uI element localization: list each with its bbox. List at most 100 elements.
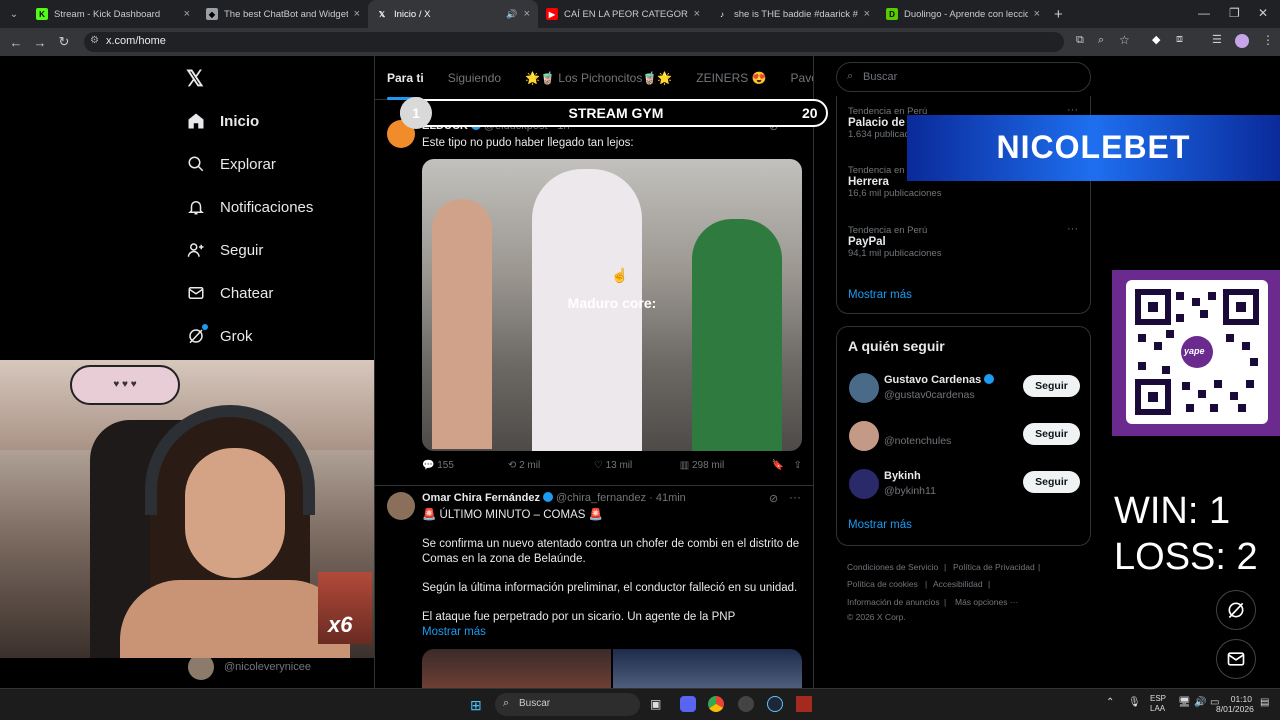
media-image-1[interactable] bbox=[422, 649, 611, 688]
tab-botrix[interactable]: ◆ The best ChatBot and Widgets × bbox=[198, 0, 368, 28]
site-info-icon[interactable]: ⚙ bbox=[90, 35, 99, 46]
follow-button[interactable]: Seguir bbox=[1023, 423, 1080, 445]
reading-list-icon[interactable]: ☰ bbox=[1212, 33, 1222, 46]
more-options-icon[interactable]: ··· bbox=[789, 490, 801, 504]
extension-diamond-icon[interactable]: ◆ bbox=[1152, 33, 1160, 46]
views-button[interactable]: ▥ 298 mil bbox=[680, 460, 772, 471]
minimize-icon[interactable]: — bbox=[1198, 6, 1210, 20]
nav-item-seguir[interactable]: Seguir bbox=[186, 240, 263, 260]
window-close-icon[interactable]: ✕ bbox=[1258, 6, 1268, 20]
tab-zeiners[interactable]: ZEINERS 😍 bbox=[696, 71, 766, 85]
tab-pavo-ra[interactable]: Pavo Ra bbox=[791, 71, 813, 85]
url-field[interactable]: ⚙ x.com/home bbox=[84, 32, 1064, 52]
duolingo-icon: D bbox=[886, 8, 898, 20]
nav-item-chatear[interactable]: Chatear bbox=[186, 283, 273, 303]
follow-button[interactable]: Seguir bbox=[1023, 375, 1080, 397]
trends-show-more[interactable]: Mostrar más bbox=[848, 289, 912, 301]
follow-suggestion[interactable]: Gustavo Cardenas @gustav0cardenas Seguir bbox=[837, 371, 1092, 411]
chrome-icon[interactable] bbox=[708, 696, 724, 712]
cast-icon[interactable]: ⧉ bbox=[1076, 34, 1084, 47]
chevron-up-icon[interactable]: ⌃ bbox=[1106, 697, 1114, 708]
dota-icon[interactable] bbox=[796, 696, 812, 712]
messages-floating-button[interactable] bbox=[1216, 639, 1256, 679]
footer-link[interactable]: Política de cookies bbox=[847, 579, 918, 589]
footer-link[interactable]: Información de anuncios bbox=[847, 597, 940, 607]
start-icon[interactable]: ⊞ bbox=[470, 697, 482, 714]
nav-item-inicio[interactable]: Inicio bbox=[186, 111, 259, 131]
volume-icon[interactable]: 🔊 bbox=[1194, 697, 1206, 708]
reload-icon[interactable]: ↻ bbox=[52, 34, 76, 50]
tab-tiktok[interactable]: ♪ she is THE baddie #daarick #th × bbox=[708, 0, 878, 28]
nav-item-grok[interactable]: Grok bbox=[186, 324, 253, 346]
tab-youtube[interactable]: ▶CAÍ EN LA PEOR CATEGORÍA DE× bbox=[538, 0, 708, 28]
close-icon[interactable]: × bbox=[694, 8, 700, 20]
mouse-cursor: ☝ bbox=[611, 267, 629, 283]
loss-count: LOSS: 2 bbox=[1114, 536, 1258, 578]
bookmark-star-icon[interactable]: ☆ bbox=[1119, 33, 1130, 47]
notifications-icon[interactable]: ▤ bbox=[1260, 697, 1269, 708]
taskbar-search[interactable]: ⌕ Buscar bbox=[495, 693, 640, 716]
restore-icon[interactable]: ❐ bbox=[1229, 6, 1240, 20]
extensions-icon[interactable]: ⧈ bbox=[1176, 33, 1183, 46]
network-icon[interactable]: 🖥 bbox=[1178, 697, 1191, 708]
new-tab-button[interactable]: + bbox=[1054, 6, 1063, 23]
task-view-icon[interactable]: ▣ bbox=[650, 697, 661, 711]
footer-link[interactable]: Condiciones de Servicio bbox=[847, 562, 938, 572]
mail-icon bbox=[1227, 652, 1245, 666]
tweet-media-video[interactable]: Maduro core: bbox=[422, 159, 802, 451]
tab-x-home[interactable]: 𝕏 Inicio / X 🔊 × bbox=[368, 0, 538, 28]
close-icon[interactable]: × bbox=[1034, 8, 1040, 20]
nav-item-explorar[interactable]: Explorar bbox=[186, 154, 276, 174]
search-icon bbox=[186, 154, 206, 174]
tab-para-ti[interactable]: Para ti bbox=[387, 71, 424, 85]
more-options-icon[interactable]: ··· bbox=[1067, 223, 1078, 235]
tab-search-button[interactable]: ⌄ bbox=[0, 9, 28, 20]
steam-icon[interactable] bbox=[767, 696, 783, 712]
tweet-elduck[interactable]: ELDUCK@elduckpost · 1h ⊘ ··· Este tipo n… bbox=[375, 112, 813, 542]
share-icon[interactable]: ⇪ bbox=[794, 460, 802, 471]
follow-button[interactable]: Seguir bbox=[1023, 471, 1080, 493]
close-icon[interactable]: × bbox=[354, 8, 360, 20]
speaker-icon[interactable]: 🔊 bbox=[506, 9, 517, 20]
grok-icon[interactable]: ⊘ bbox=[769, 492, 778, 505]
follow-suggestion[interactable]: @notenchules Seguir bbox=[837, 419, 1092, 459]
footer-link[interactable]: Más opciones ··· bbox=[955, 597, 1018, 607]
x-logo-icon[interactable]: 𝕏 bbox=[186, 66, 204, 92]
heart-decoration: ♥ ♥ ♥ bbox=[70, 365, 180, 405]
tab-siguiendo[interactable]: Siguiendo bbox=[448, 71, 501, 85]
clock[interactable]: 01:10 8/01/2026 bbox=[1216, 694, 1254, 714]
search-input[interactable]: ⌕ Buscar bbox=[836, 62, 1091, 92]
discord-icon[interactable] bbox=[680, 696, 696, 712]
nav-item-notificaciones[interactable]: Notificaciones bbox=[186, 197, 313, 217]
follow-show-more[interactable]: Mostrar más bbox=[848, 519, 912, 531]
tab-kick[interactable]: K Stream - Kick Dashboard × bbox=[28, 0, 198, 28]
bookmark-icon[interactable]: 🔖 bbox=[772, 460, 794, 471]
tweet-omar-chira[interactable]: Omar Chira Fernández @chira_fernandez · 4… bbox=[375, 486, 813, 688]
profile-avatar[interactable] bbox=[1235, 34, 1249, 48]
tab-los-pichoncitos[interactable]: 🌟🧋 Los Pichoncitos🧋🌟 bbox=[525, 71, 672, 85]
close-icon[interactable]: × bbox=[524, 8, 530, 20]
media-image-2[interactable] bbox=[613, 649, 802, 688]
footer-link[interactable]: Política de Privacidad bbox=[953, 562, 1035, 572]
language-indicator[interactable]: ESP LAA bbox=[1150, 694, 1166, 714]
grok-floating-button[interactable] bbox=[1216, 590, 1256, 630]
close-icon[interactable]: × bbox=[864, 8, 870, 20]
repost-button[interactable]: ⟲ 2 mil bbox=[508, 460, 594, 471]
obs-icon[interactable] bbox=[738, 696, 754, 712]
tab-duolingo[interactable]: D Duolingo - Aprende con leccio × bbox=[878, 0, 1048, 28]
webcam-overlay: ♥ ♥ ♥ x6 bbox=[0, 360, 374, 658]
trend-item[interactable]: Tendencia en Perú PayPal 94,1 mil public… bbox=[848, 225, 941, 259]
forward-icon[interactable]: → bbox=[28, 35, 52, 50]
show-more-link[interactable]: Mostrar más bbox=[422, 625, 802, 640]
tweet-avatar[interactable] bbox=[387, 492, 415, 520]
reply-button[interactable]: 💬 155 bbox=[422, 460, 508, 471]
close-icon[interactable]: × bbox=[184, 8, 190, 20]
zoom-icon[interactable]: ⌕ bbox=[1098, 34, 1104, 47]
mic-icon[interactable]: 🎙 bbox=[1128, 697, 1141, 708]
like-button[interactable]: ♡ 13 mil bbox=[594, 460, 680, 471]
back-icon[interactable]: ← bbox=[4, 35, 28, 50]
follow-suggestion[interactable]: Bykinh @bykinh11 Seguir bbox=[837, 467, 1092, 507]
footer-link[interactable]: Accesibilidad bbox=[933, 579, 983, 589]
browser-menu-icon[interactable]: ⋮ bbox=[1262, 33, 1274, 47]
tweet-media-images[interactable] bbox=[422, 649, 802, 688]
